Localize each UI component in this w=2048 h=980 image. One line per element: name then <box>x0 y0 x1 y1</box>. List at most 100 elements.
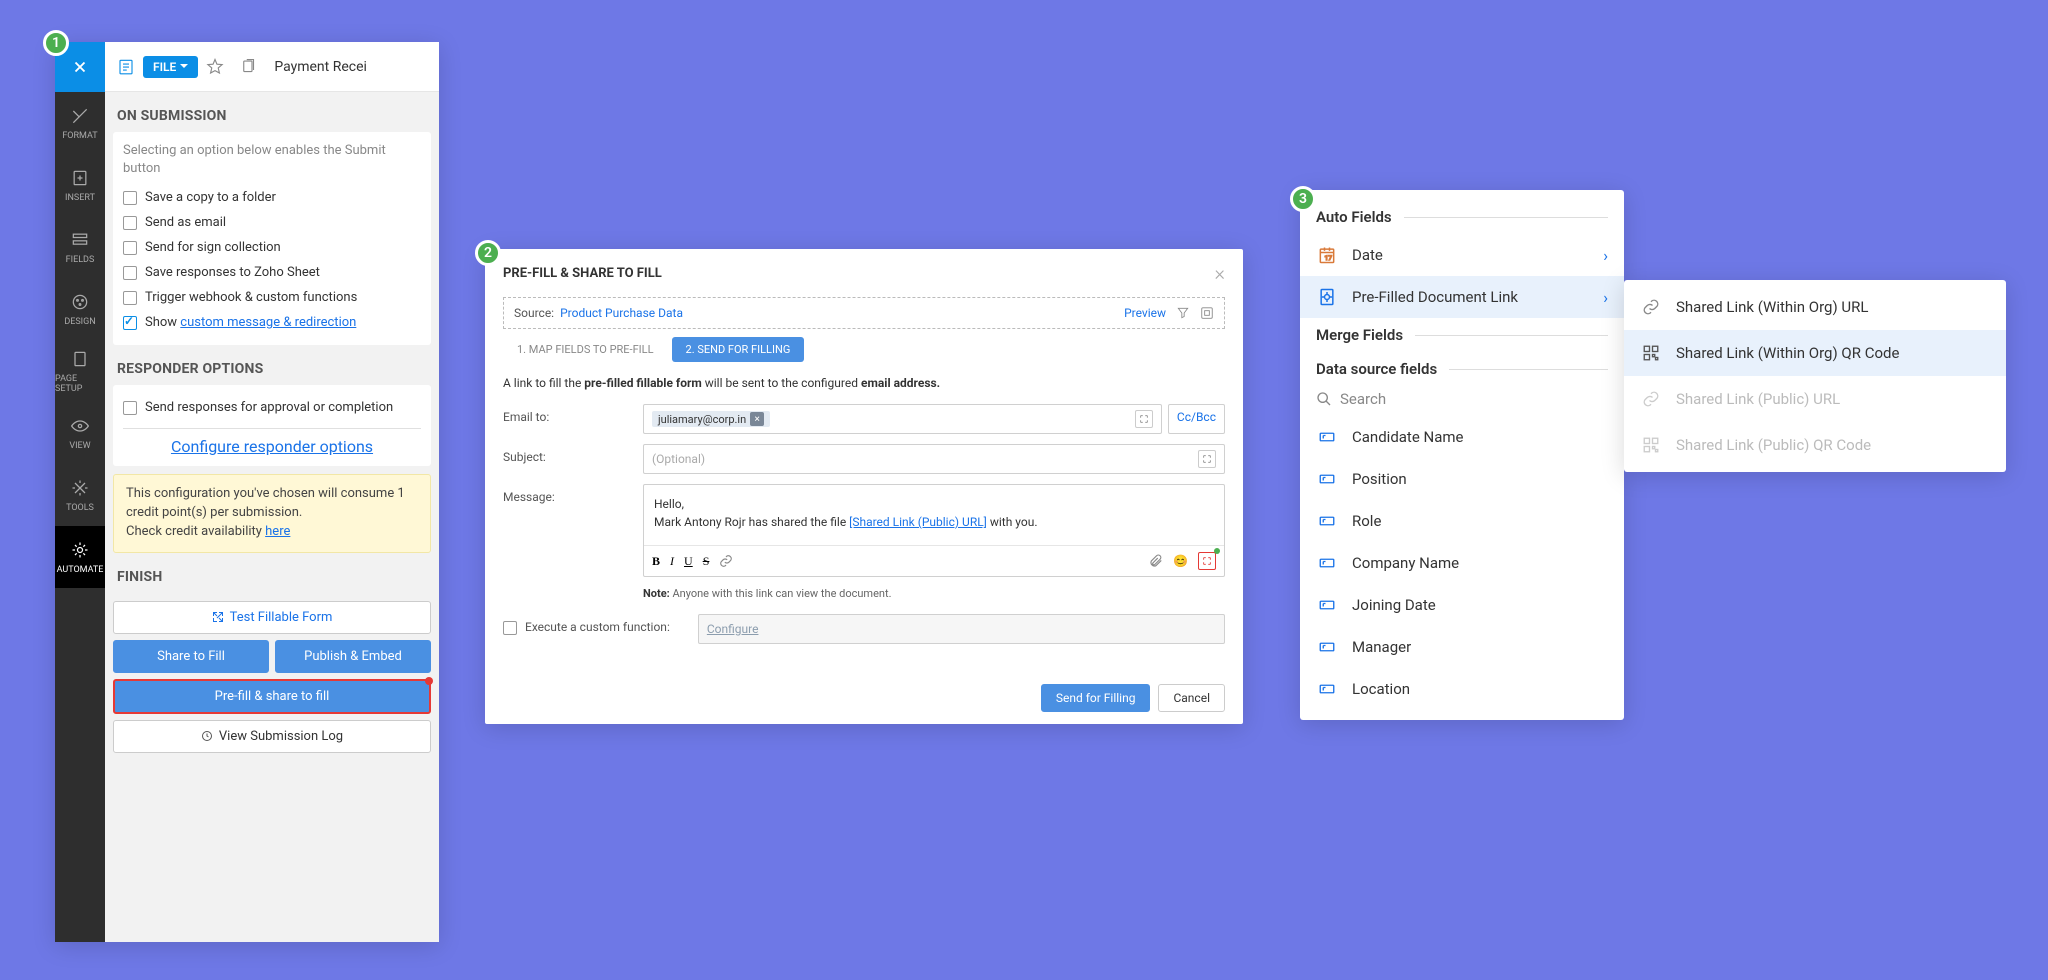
merge-field-item[interactable]: Candidate Name <box>1300 416 1624 458</box>
test-fillable-button[interactable]: Test Fillable Form <box>113 601 431 634</box>
datasource-fields-heading: Data source fields <box>1300 352 1624 386</box>
opt-show-custom[interactable]: Show custom message & redirection <box>123 310 421 335</box>
configure-responder-link[interactable]: Configure responder options <box>171 437 373 456</box>
insert-field-button[interactable] <box>1198 552 1216 570</box>
opt-send-email[interactable]: Send as email <box>123 210 421 235</box>
source-row: Source: Product Purchase Data Preview <box>503 297 1225 329</box>
here-link[interactable]: here <box>265 524 290 539</box>
send-for-filling-button[interactable]: Send for Filling <box>1041 684 1151 712</box>
config-icon[interactable] <box>1200 306 1214 320</box>
remove-chip-icon[interactable]: × <box>750 412 764 426</box>
opt-save-zoho[interactable]: Save responses to Zoho Sheet <box>123 260 421 285</box>
opt-webhook[interactable]: Trigger webhook & custom functions <box>123 285 421 310</box>
automate-pane: ON SUBMISSION Selecting an option below … <box>105 42 439 942</box>
merge-fields-heading: Merge Fields <box>1300 318 1624 352</box>
rail-design[interactable]: DESIGN <box>55 278 105 340</box>
message-toolbar: B I U S 😊 <box>644 545 1224 576</box>
emoji-icon[interactable]: 😊 <box>1173 554 1188 568</box>
svg-text:17: 17 <box>1325 254 1333 262</box>
rail-view[interactable]: VIEW <box>55 402 105 464</box>
share-to-fill-button[interactable]: Share to Fill <box>113 640 269 673</box>
email-chip[interactable]: juliamary@corp.in × <box>652 411 770 427</box>
merge-field-item[interactable]: Role <box>1300 500 1624 542</box>
underline-icon[interactable]: U <box>684 554 693 569</box>
topbar: FILE Payment Recei <box>55 42 439 92</box>
attach-icon[interactable] <box>1149 554 1163 568</box>
cancel-button[interactable]: Cancel <box>1158 684 1225 712</box>
file-menu-button[interactable]: FILE <box>143 56 198 78</box>
close-icon[interactable]: × <box>1215 261 1225 285</box>
italic-icon[interactable]: I <box>670 554 674 569</box>
submenu-shared-org-url[interactable]: Shared Link (Within Org) URL <box>1624 284 2006 330</box>
rail-fields[interactable]: FIELDS <box>55 216 105 278</box>
opt-send-responses[interactable]: Send responses for approval or completio… <box>123 395 421 420</box>
rail-page-setup[interactable]: PAGE SETUP <box>55 340 105 402</box>
exec-checkbox[interactable] <box>503 621 517 635</box>
doc-icon[interactable] <box>111 51 141 83</box>
filter-icon[interactable] <box>1176 306 1190 320</box>
expand-icon[interactable] <box>1198 450 1216 468</box>
link-icon <box>1640 296 1662 318</box>
source-link[interactable]: Product Purchase Data <box>560 306 683 320</box>
rail-insert[interactable]: INSERT <box>55 154 105 216</box>
bold-icon[interactable]: B <box>652 554 660 569</box>
shared-link-placeholder[interactable]: [Shared Link (Public) URL] <box>849 515 987 529</box>
expand-icon[interactable] <box>1135 410 1153 428</box>
rail-format[interactable]: FORMAT <box>55 92 105 154</box>
submenu-shared-public-url[interactable]: Shared Link (Public) URL <box>1624 376 2006 422</box>
qr-icon <box>1640 434 1662 456</box>
search-input[interactable]: Search <box>1316 390 1608 408</box>
configure-input[interactable]: Configure <box>698 614 1225 644</box>
doc-link-icon <box>1316 286 1338 308</box>
finish-title: FINISH <box>113 561 431 593</box>
credit-warning: This configuration you've chosen will co… <box>113 474 431 553</box>
opt-save-copy[interactable]: Save a copy to a folder <box>123 185 421 210</box>
file-label: FILE <box>153 60 176 74</box>
auto-field-prefilled-link[interactable]: Pre-Filled Document Link › <box>1300 276 1624 318</box>
subject-input[interactable]: (Optional) <box>643 444 1225 474</box>
link-icon[interactable] <box>719 554 733 568</box>
prefill-share-modal: PRE-FILL & SHARE TO FILL × Source: Produ… <box>485 249 1243 724</box>
tab-map-fields[interactable]: 1. MAP FIELDS TO PRE-FILL <box>503 337 668 362</box>
star-icon[interactable] <box>200 51 230 83</box>
rail-tools[interactable]: TOOLS <box>55 464 105 526</box>
strike-icon[interactable]: S <box>703 554 710 569</box>
text-field-icon <box>1316 510 1338 532</box>
publish-embed-button[interactable]: Publish & Embed <box>275 640 431 673</box>
merge-field-item[interactable]: Manager <box>1300 626 1624 668</box>
submenu-shared-public-qr[interactable]: Shared Link (Public) QR Code <box>1624 422 2006 468</box>
ccbcc-button[interactable]: Cc/Bcc <box>1168 404 1225 434</box>
prefill-share-button[interactable]: Pre-fill & share to fill <box>113 679 431 714</box>
submenu-shared-org-qr[interactable]: Shared Link (Within Org) QR Code <box>1624 330 2006 376</box>
modal-title: PRE-FILL & SHARE TO FILL <box>503 266 662 281</box>
editor-sidebar-panel: FILE Payment Recei FORMAT INSERT FIELDS … <box>55 42 439 942</box>
merge-field-item[interactable]: Location <box>1300 668 1624 710</box>
preview-link[interactable]: Preview <box>1124 306 1166 320</box>
left-rail: FORMAT INSERT FIELDS DESIGN PAGE SETUP V… <box>55 42 105 942</box>
auto-fields-heading: Auto Fields <box>1300 200 1624 234</box>
link-icon <box>1640 388 1662 410</box>
on-submission-title: ON SUBMISSION <box>113 100 431 132</box>
merge-field-item[interactable]: Company Name <box>1300 542 1624 584</box>
email-label: Email to: <box>503 404 643 424</box>
step-badge-2: 2 <box>475 240 501 266</box>
search-icon <box>1316 391 1332 407</box>
email-input[interactable]: juliamary@corp.in × <box>643 404 1162 434</box>
auto-field-date[interactable]: 17 Date › <box>1300 234 1624 276</box>
tab-send-filling[interactable]: 2. SEND FOR FILLING <box>672 337 805 362</box>
opt-send-sign[interactable]: Send for sign collection <box>123 235 421 260</box>
text-field-icon <box>1316 468 1338 490</box>
view-submission-log-button[interactable]: View Submission Log <box>113 720 431 753</box>
text-field-icon <box>1316 636 1338 658</box>
message-label: Message: <box>503 484 643 504</box>
helper-text: Selecting an option below enables the Su… <box>123 142 421 177</box>
link-submenu: Shared Link (Within Org) URL Shared Link… <box>1624 280 2006 472</box>
merge-field-item[interactable]: Position <box>1300 458 1624 500</box>
step-badge-3: 3 <box>1290 186 1316 212</box>
message-box[interactable]: Hello, Mark Antony Rojr has shared the f… <box>643 484 1225 577</box>
rail-automate[interactable]: AUTOMATE <box>55 526 105 588</box>
custom-message-link[interactable]: custom message & redirection <box>180 315 356 330</box>
doc-duplicate-icon[interactable] <box>234 51 264 83</box>
description-text: A link to fill the pre-filled fillable f… <box>503 376 1225 390</box>
merge-field-item[interactable]: Joining Date <box>1300 584 1624 626</box>
